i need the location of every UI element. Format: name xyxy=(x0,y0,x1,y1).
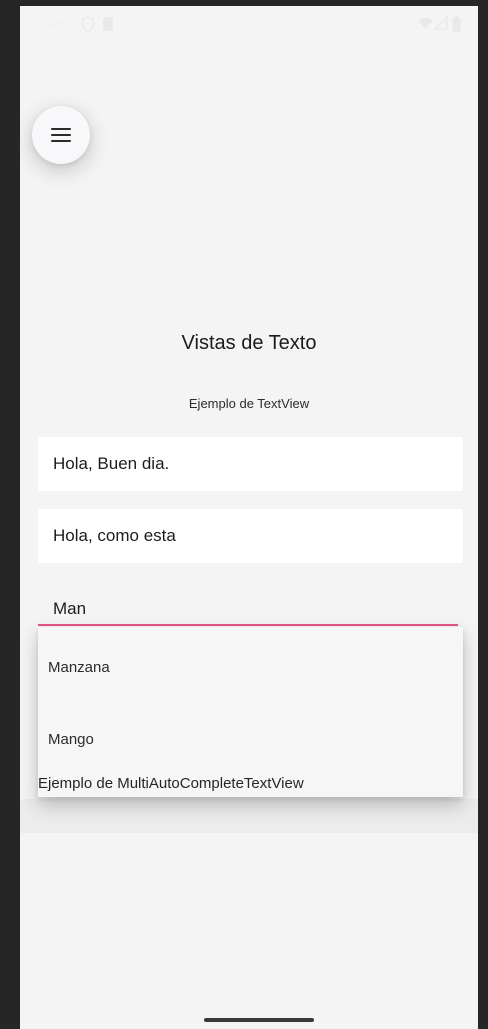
status-time: 5:45 xyxy=(38,18,64,33)
autocomplete-suggestions: Manzana Mango Ejemplo de MultiAutoComple… xyxy=(38,627,463,797)
background-strip xyxy=(20,799,478,833)
app-screen: 5:45 Vistas de Texto Ejemplo de TextView… xyxy=(20,6,478,1029)
device-frame: 5:45 Vistas de Texto Ejemplo de TextView… xyxy=(0,0,488,1029)
suggestion-item-mango[interactable]: Mango xyxy=(48,731,94,748)
menu-button[interactable] xyxy=(32,106,90,164)
page-title: Vistas de Texto xyxy=(181,332,317,354)
text-field-greeting-value: Hola, Buen dia. xyxy=(53,454,170,473)
battery-icon xyxy=(452,16,461,32)
shield-icon xyxy=(81,16,95,32)
autocomplete-input[interactable]: Man xyxy=(38,596,458,626)
status-bar: 5:45 xyxy=(20,6,478,44)
sd-card-icon xyxy=(103,17,113,31)
wifi-icon xyxy=(418,17,433,29)
suggestion-item-manzana[interactable]: Manzana xyxy=(48,659,110,676)
text-field-question-value: Hola, como esta xyxy=(53,526,176,545)
home-indicator[interactable] xyxy=(204,1018,314,1022)
multiautocomplete-example-label: Ejemplo de MultiAutoCompleteTextView xyxy=(38,775,304,792)
autocomplete-input-value: Man xyxy=(53,599,87,618)
hamburger-menu-icon xyxy=(51,128,71,142)
text-field-question[interactable]: Hola, como esta xyxy=(38,509,463,563)
textview-example-label: Ejemplo de TextView xyxy=(188,396,310,411)
signal-icon xyxy=(434,16,448,30)
text-field-greeting[interactable]: Hola, Buen dia. xyxy=(38,437,463,491)
